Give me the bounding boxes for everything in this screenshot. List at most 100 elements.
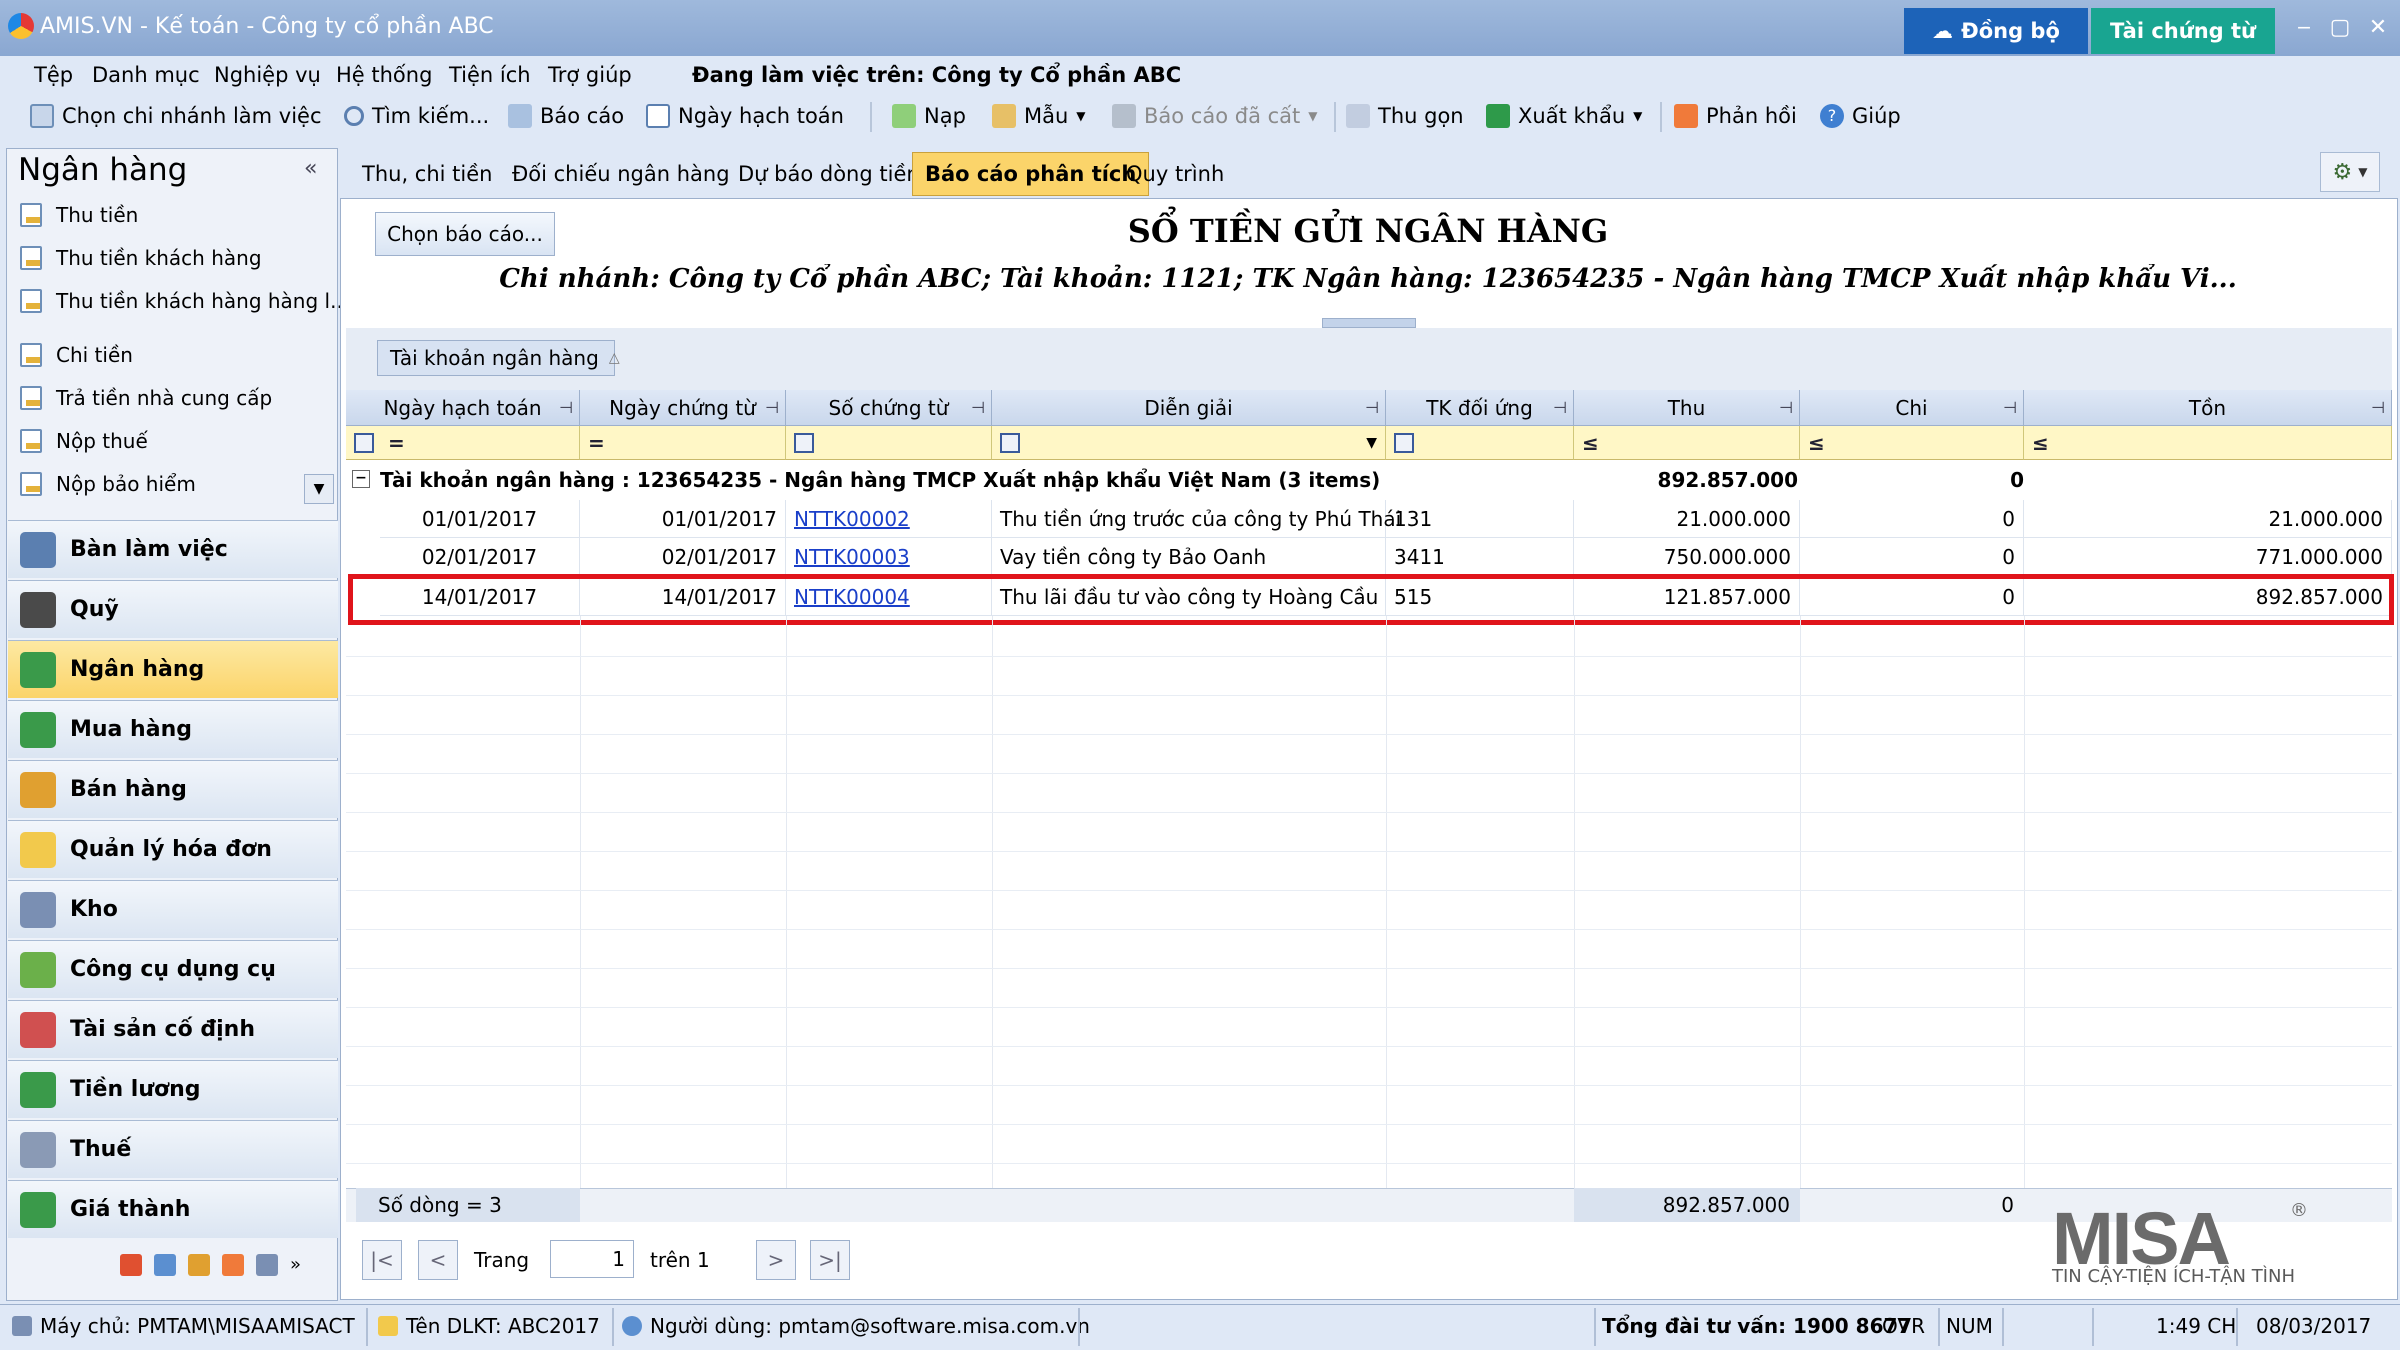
menu-system[interactable]: Hệ thống [336,63,432,87]
col-header-posting-date[interactable]: Ngày hạch toán ⊣ [346,390,580,426]
tools-icon [20,951,56,988]
col-header-chi[interactable]: Chi ⊣ [1800,390,2024,426]
menu-operations[interactable]: Nghiệp vụ [214,63,321,87]
filter-checkbox-icon[interactable] [794,432,814,453]
module-bank[interactable]: Ngân hàng [8,640,338,698]
pin-icon[interactable]: ⊣ [2371,398,2385,417]
shortcut-icon[interactable] [120,1254,142,1276]
status-separator [1078,1308,1080,1346]
load-button[interactable]: Nạp [892,104,966,128]
sidebar-link-nop-thue[interactable]: Nộp thuế [20,429,148,453]
pin-icon[interactable]: ⊣ [2003,398,2017,417]
module-payroll[interactable]: Tiền lương [8,1060,338,1118]
filter-doc-no[interactable] [786,426,992,460]
sidebar-link-chi-tien[interactable]: Chi tiền [20,343,133,367]
collapse-button[interactable]: Thu gọn [1346,104,1464,128]
menu-help[interactable]: Trợ giúp [548,63,632,87]
filter-posting-date[interactable]: = [346,426,580,460]
collapse-sidebar-icon[interactable]: « [304,156,317,181]
pin-icon[interactable]: ⊣ [1365,398,1379,417]
col-header-thu[interactable]: Thu ⊣ [1574,390,1800,426]
col-header-doc-no[interactable]: Số chứng từ ⊣ [786,390,992,426]
sidebar-link-tra-tien-ncc[interactable]: Trả tiền nhà cung cấp [20,386,272,410]
group-row[interactable]: − Tài khoản ngân hàng : 123654235 - Ngân… [346,462,2392,500]
shortcut-icon[interactable] [188,1254,210,1276]
module-purchase[interactable]: Mua hàng [8,700,338,758]
module-desk[interactable]: Bàn làm việc [8,520,338,578]
col-header-ton[interactable]: Tồn ⊣ [2024,390,2392,426]
sidebar-link-thu-tien-khach-hang-hang-loat[interactable]: Thu tiền khách hàng hàng l... [20,289,349,313]
minimize-button[interactable]: ‒ [2286,10,2322,44]
tab-cash-forecast[interactable]: Dự báo dòng tiền [726,152,932,196]
store-icon [20,771,56,808]
collapse-group-icon[interactable]: − [352,470,370,488]
shortcut-icon[interactable] [256,1254,278,1276]
posting-date-button[interactable]: Ngày hạch toán [646,104,844,128]
pin-icon[interactable]: ⊣ [1553,398,1567,417]
tab-process[interactable]: Quy trình [1114,152,1236,196]
doc-no-link[interactable]: NTTK00003 [794,545,910,569]
tab-receipts-payments[interactable]: Thu, chi tiền [350,152,504,196]
pin-icon[interactable]: ⊣ [559,398,573,417]
help-button[interactable]: ? Giúp [1820,104,1901,128]
first-page-button[interactable]: |< [362,1240,402,1280]
pin-icon[interactable]: ⊣ [765,398,779,417]
template-button[interactable]: Mẫu ▼ [992,104,1086,128]
report-button[interactable]: Báo cáo [508,104,624,128]
module-invoice[interactable]: Quản lý hóa đơn [8,820,338,878]
pin-icon[interactable]: ⊣ [971,398,985,417]
filter-doc-date[interactable]: = [580,426,786,460]
module-fixed-assets[interactable]: Tài sản cố định [8,1000,338,1058]
col-header-doc-date[interactable]: Ngày chứng từ ⊣ [580,390,786,426]
status-bar [0,1304,2400,1350]
filter-account[interactable] [1386,426,1574,460]
menu-utilities[interactable]: Tiện ích [449,63,531,87]
branch-button[interactable]: Chọn chi nhánh làm việc [30,104,322,128]
filter-checkbox-icon[interactable] [1000,432,1020,453]
export-button[interactable]: Xuất khẩu ▼ [1486,104,1642,128]
docs-button[interactable]: Tài chứng từ [2091,8,2275,54]
menu-file[interactable]: Tệp [34,63,73,87]
search-button[interactable]: Tìm kiếm... [344,104,489,128]
module-cost[interactable]: Giá thành [8,1180,338,1238]
panel-splitter[interactable] [1322,318,1416,328]
group-by-chip[interactable]: Tài khoản ngân hàng △ [377,340,620,376]
saved-reports-button[interactable]: Báo cáo đã cất ▼ [1112,104,1318,128]
sidebar-link-thu-tien-khach-hang[interactable]: Thu tiền khách hàng [20,246,262,270]
filter-thu[interactable]: ≤ [1574,426,1800,460]
shortcut-icon[interactable] [222,1254,244,1276]
module-tools[interactable]: Công cụ dụng cụ [8,940,338,998]
doc-no-link[interactable]: NTTK00002 [794,507,910,531]
pin-icon[interactable]: ⊣ [1779,398,1793,417]
close-button[interactable]: ✕ [2360,10,2396,44]
filter-checkbox-icon[interactable] [1394,432,1414,453]
filter-chi[interactable]: ≤ [1800,426,2024,460]
col-header-account[interactable]: TK đối ứng ⊣ [1386,390,1574,426]
choose-report-button[interactable]: Chọn báo cáo... [375,212,555,256]
dropdown-icon[interactable]: ▼ [1366,435,1377,451]
tab-bank-reconciliation[interactable]: Đối chiếu ngân hàng [500,152,742,196]
module-tax[interactable]: Thuế [8,1120,338,1178]
filter-editor-icon[interactable] [354,432,374,453]
filter-ton[interactable]: ≤ [2024,426,2392,460]
safe-icon [20,591,56,628]
next-page-button[interactable]: > [756,1240,796,1280]
maximize-button[interactable]: ▢ [2322,10,2358,44]
sidebar-link-thu-tien[interactable]: Thu tiền [20,203,138,227]
settings-button[interactable]: ⚙ ▼ [2320,152,2380,192]
filter-description[interactable]: ▼ [992,426,1386,460]
sidebar-link-nop-bao-hiem[interactable]: Nộp bảo hiểm [20,472,196,496]
scroll-down-button[interactable]: ▼ [304,474,334,504]
last-page-button[interactable]: >| [810,1240,850,1280]
prev-page-button[interactable]: < [418,1240,458,1280]
more-icon[interactable]: » [290,1254,312,1276]
menu-catalog[interactable]: Danh mục [92,63,200,87]
col-header-description[interactable]: Diễn giải ⊣ [992,390,1386,426]
module-cash[interactable]: Quỹ [8,580,338,638]
module-warehouse[interactable]: Kho [8,880,338,938]
page-input[interactable] [550,1240,634,1278]
feedback-button[interactable]: Phản hồi [1674,104,1797,128]
module-sales[interactable]: Bán hàng [8,760,338,818]
sync-button[interactable]: ☁ Đồng bộ [1904,8,2088,54]
shortcut-icon[interactable] [154,1254,176,1276]
